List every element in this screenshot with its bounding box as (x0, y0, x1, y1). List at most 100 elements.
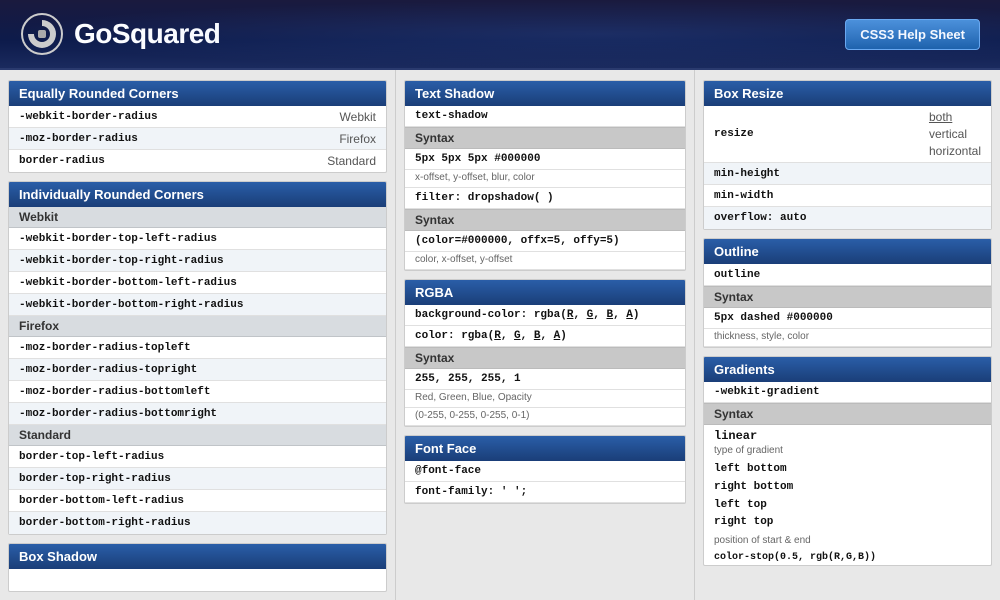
outline-syntax-label: Syntax (704, 286, 991, 308)
resize-values: both vertical horizontal (929, 109, 981, 159)
text-shadow-body: text-shadow Syntax 5px 5px 5px #000000 x… (405, 106, 685, 270)
moz-border-radius-value: Firefox (339, 132, 376, 146)
text-shadow-header: Text Shadow (405, 81, 685, 106)
rgba-body: background-color: rgba(R, G, B, A) color… (405, 305, 685, 426)
gradient-color-stop: color-stop(0.5, rgb(R,G,B)) (704, 550, 991, 565)
rgba-syntax-sub1: Red, Green, Blue, Opacity (405, 390, 685, 408)
list-item: border-top-right-radius (19, 473, 171, 485)
header: GoSquared CSS3 Help Sheet (0, 0, 1000, 70)
equally-rounded-header: Equally Rounded Corners (9, 81, 386, 106)
equally-rounded-body: -webkit-border-radius Webkit -moz-border… (9, 106, 386, 172)
resize-vertical: vertical (929, 126, 981, 143)
border-radius-value: Standard (327, 154, 376, 168)
list-item: -webkit-border-top-left-radius (19, 233, 217, 245)
list-item: -webkit-border-bottom-left-radius (19, 277, 237, 289)
text-shadow-filter: filter: dropshadow( ) (405, 188, 685, 209)
gradients-syntax-label: Syntax (704, 403, 991, 425)
resize-row: resize both vertical horizontal (704, 106, 991, 163)
min-width-label: min-width (714, 190, 773, 202)
font-face-section: Font Face @font-face font-family: ' '; (404, 435, 686, 504)
font-face-body: @font-face font-family: ' '; (405, 461, 685, 503)
logo-text: GoSquared (74, 18, 220, 50)
min-height-row: min-height (704, 163, 991, 185)
webkit-border-radius-label: -webkit-border-radius (19, 111, 340, 123)
right-column: Box Resize resize both vertical horizont… (695, 70, 1000, 600)
rgba-header: RGBA (405, 280, 685, 305)
list-item: -moz-border-radius-bottomright (19, 408, 217, 420)
min-width-row: min-width (704, 185, 991, 207)
font-face-header: Font Face (405, 436, 685, 461)
table-row: border-radius Standard (9, 150, 386, 172)
webkit-gradient-property: -webkit-gradient (704, 382, 991, 403)
main-content: Equally Rounded Corners -webkit-border-r… (0, 70, 1000, 600)
gradient-positions-label: position of start & end (704, 534, 991, 550)
font-face-at-rule: @font-face (405, 461, 685, 482)
outline-property: outline (704, 264, 991, 286)
box-shadow-section: Box Shadow (8, 543, 387, 592)
resize-horizontal: horizontal (929, 143, 981, 160)
text-shadow-syntax-sub: x-offset, y-offset, blur, color (405, 170, 685, 188)
box-resize-section: Box Resize resize both vertical horizont… (703, 80, 992, 230)
table-row: -webkit-border-top-left-radius (9, 228, 386, 250)
box-resize-body: resize both vertical horizontal min-heig… (704, 106, 991, 229)
individually-rounded-section: Individually Rounded Corners Webkit -web… (8, 181, 387, 535)
text-shadow-syntax2-value: (color=#000000, offx=5, offy=5) (405, 231, 685, 252)
gradient-positions: left bottomright bottomleft topright top (704, 459, 991, 533)
outline-body: outline Syntax 5px dashed #000000 thickn… (704, 264, 991, 347)
resize-both: both (929, 109, 981, 126)
standard-subheader: Standard (9, 425, 386, 446)
mid-column: Text Shadow text-shadow Syntax 5px 5px 5… (395, 70, 695, 600)
rgba-bg-color: background-color: rgba(R, G, B, A) (405, 305, 685, 326)
font-face-property: font-family: ' '; (405, 482, 685, 503)
text-shadow-section: Text Shadow text-shadow Syntax 5px 5px 5… (404, 80, 686, 271)
list-item: border-bottom-left-radius (19, 495, 184, 507)
list-item: border-bottom-right-radius (19, 517, 191, 529)
outline-section: Outline outline Syntax 5px dashed #00000… (703, 238, 992, 348)
rgba-color: color: rgba(R, G, B, A) (405, 326, 685, 347)
individually-rounded-header: Individually Rounded Corners (9, 182, 386, 207)
text-shadow-syntax-value: 5px 5px 5px #000000 (405, 149, 685, 170)
webkit-subheader: Webkit (9, 207, 386, 228)
list-item: -webkit-border-bottom-right-radius (19, 299, 243, 311)
left-column: Equally Rounded Corners -webkit-border-r… (0, 70, 395, 600)
box-shadow-header: Box Shadow (9, 544, 386, 569)
rgba-syntax-sub2: (0-255, 0-255, 0-255, 0-1) (405, 408, 685, 426)
text-shadow-syntax-label: Syntax (405, 127, 685, 149)
table-row: border-bottom-left-radius (9, 490, 386, 512)
css3-help-button[interactable]: CSS3 Help Sheet (845, 19, 980, 50)
table-row: -moz-border-radius-topleft (9, 337, 386, 359)
gradients-body: -webkit-gradient Syntax linear type of g… (704, 382, 991, 564)
individually-rounded-body: Webkit -webkit-border-top-left-radius -w… (9, 207, 386, 534)
box-shadow-body (9, 569, 386, 591)
gradient-linear-value: linear (704, 425, 991, 445)
list-item: -moz-border-radius-topright (19, 364, 197, 376)
outline-syntax-value: 5px dashed #000000 (704, 308, 991, 329)
text-shadow-syntax2-sub: color, x-offset, y-offset (405, 252, 685, 270)
list-item: -webkit-border-top-right-radius (19, 255, 224, 267)
outline-header: Outline (704, 239, 991, 264)
rgba-syntax-value: 255, 255, 255, 1 (405, 369, 685, 390)
table-row: -webkit-border-bottom-left-radius (9, 272, 386, 294)
rgba-syntax-label: Syntax (405, 347, 685, 369)
resize-label: resize (714, 128, 929, 140)
moz-border-radius-label: -moz-border-radius (19, 133, 339, 145)
overflow-row: overflow: auto (704, 207, 991, 229)
gradient-type-label: type of gradient (704, 445, 991, 459)
border-radius-label: border-radius (19, 155, 327, 167)
outline-syntax-sub: thickness, style, color (704, 329, 991, 347)
text-shadow-property: text-shadow (405, 106, 685, 127)
table-row: -moz-border-radius-topright (9, 359, 386, 381)
table-row: -webkit-border-radius Webkit (9, 106, 386, 128)
firefox-subheader: Firefox (9, 316, 386, 337)
table-row: -webkit-border-top-right-radius (9, 250, 386, 272)
table-row: border-bottom-right-radius (9, 512, 386, 534)
gosquared-logo-icon (20, 12, 64, 56)
gradients-header: Gradients (704, 357, 991, 382)
rgba-section: RGBA background-color: rgba(R, G, B, A) … (404, 279, 686, 427)
webkit-border-radius-value: Webkit (340, 110, 376, 124)
box-resize-header: Box Resize (704, 81, 991, 106)
table-row: -moz-border-radius Firefox (9, 128, 386, 150)
table-row: border-top-right-radius (9, 468, 386, 490)
list-item: -moz-border-radius-topleft (19, 342, 191, 354)
list-item: -moz-border-radius-bottomleft (19, 386, 210, 398)
